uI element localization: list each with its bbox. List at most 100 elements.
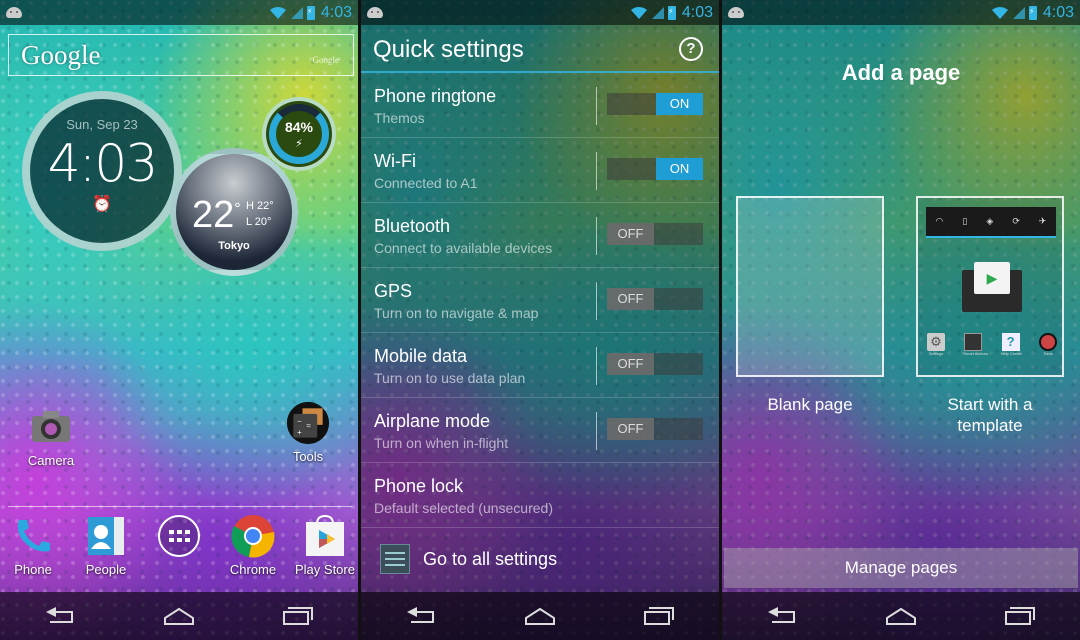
weather-temp: 22° xyxy=(192,194,241,236)
app-drawer-icon xyxy=(157,514,201,558)
home-button[interactable] xyxy=(871,596,931,636)
template-page-label[interactable]: Start with a template xyxy=(905,394,1075,436)
page-title: Quick settings xyxy=(373,36,524,63)
weather-widget[interactable]: 22° H 22° L 20° Tokyo xyxy=(170,148,298,276)
dock-divider xyxy=(8,506,352,507)
setting-label: GPS xyxy=(374,281,413,301)
app-camera[interactable]: Camera xyxy=(16,405,86,468)
google-logo: Google xyxy=(21,40,101,70)
toggle-switch[interactable]: OFF xyxy=(607,418,703,440)
toggle-switch[interactable]: OFF xyxy=(607,288,703,310)
contacts-icon xyxy=(84,514,128,558)
back-icon xyxy=(767,607,795,623)
status-bar: 4:03 xyxy=(722,0,1080,25)
status-time: 4:03 xyxy=(681,3,713,21)
back-button[interactable] xyxy=(752,596,812,636)
setting-sublabel: Connect to available devices xyxy=(374,240,553,256)
setting-row-gps[interactable]: GPS Turn on to navigate & map OFF xyxy=(361,268,719,333)
battery-percent: 84% xyxy=(284,119,314,135)
row-divider xyxy=(596,87,597,125)
toggle-knob: OFF xyxy=(607,223,654,245)
weather-high-low: H 22° L 20° xyxy=(246,200,274,228)
clock-date: Sun, Sep 23 xyxy=(66,117,138,132)
toggle-knob: OFF xyxy=(607,418,654,440)
clock-widget[interactable]: Sun, Sep 23 4:03 ⏰ xyxy=(22,91,182,251)
recents-icon xyxy=(283,607,314,625)
home-icon xyxy=(885,607,916,625)
setting-row-wi-fi[interactable]: Wi-Fi Connected to A1 ON xyxy=(361,138,719,203)
recents-icon xyxy=(644,607,675,625)
setting-label: Wi-Fi xyxy=(374,151,416,171)
svg-text:+: + xyxy=(297,428,302,437)
battery-icon: ▯ xyxy=(962,216,968,226)
dock-play-store[interactable]: Play Store xyxy=(290,514,358,577)
dock-chrome[interactable]: Chrome xyxy=(218,514,288,577)
home-screen: 4:03 Google Google Sun, Sep 23 4:03 ⏰ 22… xyxy=(0,0,358,640)
back-icon xyxy=(406,607,434,623)
play-store-preview: ▶ xyxy=(962,262,1022,312)
tools-folder-icon: − = + xyxy=(286,401,330,445)
toggle-switch[interactable]: OFF xyxy=(607,353,703,375)
setting-sublabel: Default selected (unsecured) xyxy=(374,500,553,516)
app-tools-folder[interactable]: − = + Tools xyxy=(273,401,343,464)
help-center-icon: ? xyxy=(1001,333,1020,351)
android-notification-icon xyxy=(728,7,744,18)
setting-row-airplane-mode[interactable]: Airplane mode Turn on when in-flight OFF xyxy=(361,398,719,463)
home-button[interactable] xyxy=(149,596,209,636)
dock-app-drawer[interactable] xyxy=(144,514,214,562)
blank-page-option[interactable] xyxy=(736,196,884,377)
battery-charging-icon xyxy=(667,5,676,20)
row-divider xyxy=(596,217,597,255)
back-button[interactable] xyxy=(391,596,451,636)
setting-sublabel: Turn on to use data plan xyxy=(374,370,526,386)
weather-city: Tokyo xyxy=(218,240,250,252)
wifi-icon xyxy=(269,6,286,19)
play-store-icon xyxy=(303,514,347,558)
setting-sublabel: Themos xyxy=(374,110,425,126)
camera-icon xyxy=(29,405,73,449)
settings-gear-icon: ⚙ xyxy=(927,333,945,351)
row-divider xyxy=(596,412,597,450)
toggle-knob: OFF xyxy=(607,353,654,375)
battery-widget[interactable]: 84% ⚡ xyxy=(262,97,336,171)
alarm-clock-icon: ⏰ xyxy=(92,196,112,213)
help-button[interactable]: ? xyxy=(679,37,703,61)
recents-button[interactable] xyxy=(268,596,328,636)
recents-button[interactable] xyxy=(629,596,689,636)
signal-icon xyxy=(290,6,303,19)
template-app: Smart Actions xyxy=(963,333,988,356)
recents-button[interactable] xyxy=(990,596,1050,636)
template-app: ⚙ Settings xyxy=(927,333,945,356)
back-button[interactable] xyxy=(30,596,90,636)
android-notification-icon xyxy=(6,7,22,18)
template-page-option[interactable]: ◠ ▯ ◈ ⟳ ✈ ▶ ⚙ Settings Smart Actions ? Hel… xyxy=(916,196,1064,377)
setting-sublabel: Connected to A1 xyxy=(374,175,478,191)
setting-row-phone-lock[interactable]: Phone lock Default selected (unsecured) xyxy=(361,463,719,528)
status-bar: 4:03 xyxy=(0,0,358,25)
setting-row-bluetooth[interactable]: Bluetooth Connect to available devices OFF xyxy=(361,203,719,268)
manage-pages-button[interactable]: Manage pages xyxy=(724,548,1078,588)
setting-label: Phone lock xyxy=(374,476,464,496)
dock-people[interactable]: People xyxy=(71,514,141,577)
toggle-switch[interactable]: ON xyxy=(607,158,703,180)
toggle-switch[interactable]: ON xyxy=(607,93,703,115)
status-bar: 4:03 xyxy=(361,0,719,25)
blank-page-label[interactable]: Blank page xyxy=(725,394,895,415)
recents-icon xyxy=(1005,607,1036,625)
settings-sliders-icon xyxy=(380,544,410,574)
go-to-all-settings[interactable]: Go to all settings xyxy=(361,530,719,588)
row-divider xyxy=(596,282,597,320)
home-icon xyxy=(163,607,194,625)
toggle-switch[interactable]: OFF xyxy=(607,223,703,245)
setting-row-mobile-data[interactable]: Mobile data Turn on to use data plan OFF xyxy=(361,333,719,398)
back-icon xyxy=(45,607,73,623)
google-search-widget[interactable]: Google Google xyxy=(8,34,354,76)
svg-text:=: = xyxy=(306,422,311,431)
dock-phone[interactable]: Phone xyxy=(0,514,68,577)
setting-row-phone-ringtone[interactable]: Phone ringtone Themos ON xyxy=(361,73,719,138)
voice-search-label[interactable]: Google xyxy=(313,55,340,65)
play-store-icon: ▶ xyxy=(974,262,1010,294)
android-notification-icon xyxy=(367,7,383,18)
home-button[interactable] xyxy=(510,596,570,636)
setting-sublabel: Turn on when in-flight xyxy=(374,435,509,451)
